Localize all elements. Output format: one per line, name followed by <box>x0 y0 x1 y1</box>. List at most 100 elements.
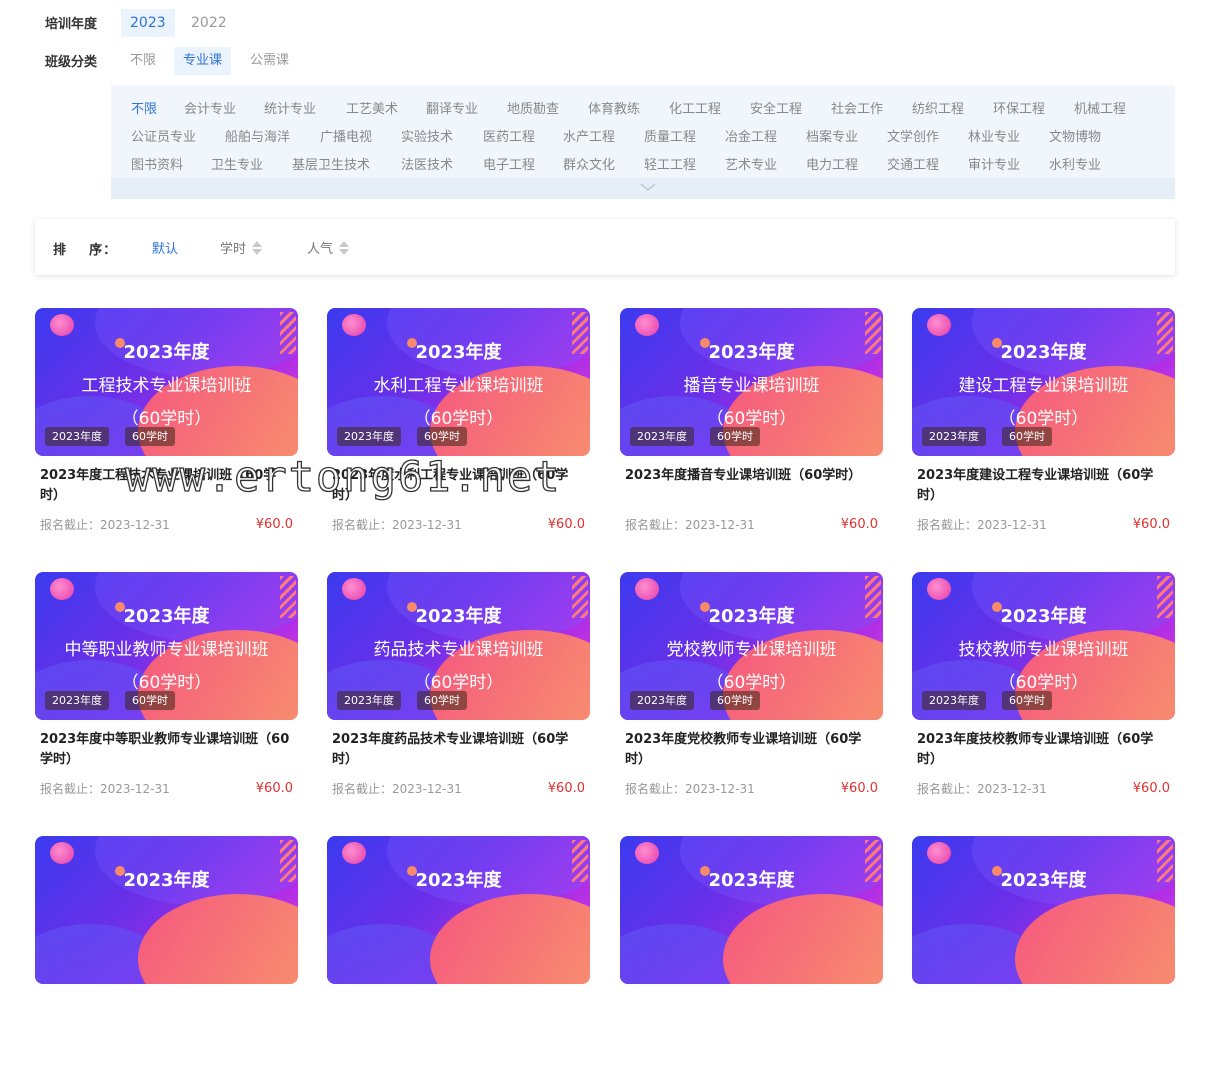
major-option[interactable]: 化工工程 <box>669 98 721 117</box>
major-option[interactable]: 会计专业 <box>184 98 236 117</box>
course-title[interactable]: 2023年度建设工程专业课培训班（60学时） <box>917 466 1167 506</box>
banner-year: 2023年度 <box>1000 606 1087 627</box>
major-option[interactable]: 机械工程 <box>1074 98 1126 117</box>
major-option[interactable]: 翻译专业 <box>426 98 478 117</box>
major-option[interactable]: 船舶与海洋 <box>225 126 290 145</box>
tag-year: 2023年度 <box>337 691 401 710</box>
course-thumbnail[interactable]: 2023年度 水利工程专业课培训班 （60学时） 2023年度 60学时 <box>327 308 590 456</box>
course-title[interactable]: 2023年度中等职业教师专业课培训班（60学时） <box>40 730 290 770</box>
course-card[interactable]: 2023年度 工程技术专业课培训班 （60学时） 2023年度 60学时 2023年度工程… <box>35 308 298 548</box>
decor-shape <box>1015 894 1175 984</box>
major-option[interactable]: 群众文化 <box>563 154 615 173</box>
decor-dot <box>927 578 951 600</box>
major-option[interactable]: 安全工程 <box>750 98 802 117</box>
course-card[interactable]: 2023年度 水利工程专业课培训班 （60学时） 2023年度 60学时 2023年度水利… <box>327 308 590 548</box>
course-thumbnail[interactable]: 2023年度 工程技术专业课培训班 （60学时） 2023年度 60学时 <box>35 308 298 456</box>
sort-popularity[interactable]: 人气 <box>307 238 350 257</box>
banner-name: 水利工程专业课培训班 <box>373 376 544 396</box>
banner-year: 2023年度 <box>123 342 210 363</box>
banner-year: 2023年度 <box>123 606 210 627</box>
major-option[interactable]: 电子工程 <box>483 154 535 173</box>
major-option[interactable]: 水产工程 <box>563 126 615 145</box>
sort-default[interactable]: 默认 <box>152 238 178 257</box>
course-title[interactable]: 2023年度党校教师专业课培训班（60学时） <box>625 730 875 770</box>
major-option[interactable]: 广播电视 <box>320 126 372 145</box>
course-thumbnail[interactable]: 2023年度 <box>620 836 883 984</box>
course-thumbnail[interactable]: 2023年度 中等职业教师专业课培训班 （60学时） 2023年度 60学时 <box>35 572 298 720</box>
year-option-2022[interactable]: 2022 <box>182 9 236 37</box>
banner-year: 2023年度 <box>123 870 210 891</box>
major-option[interactable]: 水利专业 <box>1049 154 1101 173</box>
major-option[interactable]: 法医技术 <box>401 154 453 173</box>
course-card[interactable]: 2023年度 <box>327 836 590 1076</box>
major-option[interactable]: 环保工程 <box>993 98 1045 117</box>
course-thumbnail[interactable]: 2023年度 党校教师专业课培训班 （60学时） 2023年度 60学时 <box>620 572 883 720</box>
course-card[interactable]: 2023年度 党校教师专业课培训班 （60学时） 2023年度 60学时 2023年度党校… <box>620 572 883 812</box>
class-option-public[interactable]: 公需课 <box>241 47 298 75</box>
course-deadline: 报名截止：2023-12-31 <box>40 518 170 532</box>
decor-dot <box>342 314 366 336</box>
major-option[interactable]: 林业专业 <box>968 126 1020 145</box>
decor-dot <box>635 578 659 600</box>
tag-hours: 60学时 <box>417 427 467 446</box>
major-option[interactable]: 纺织工程 <box>912 98 964 117</box>
major-option[interactable]: 工艺美术 <box>346 98 398 117</box>
major-option[interactable]: 卫生专业 <box>211 154 263 173</box>
major-option[interactable]: 体育教练 <box>588 98 640 117</box>
course-thumbnail[interactable]: 2023年度 播音专业课培训班 （60学时） 2023年度 60学时 <box>620 308 883 456</box>
major-option[interactable]: 审计专业 <box>968 154 1020 173</box>
course-card[interactable]: 2023年度 播音专业课培训班 （60学时） 2023年度 60学时 2023年度播音专业… <box>620 308 883 548</box>
major-option[interactable]: 电力工程 <box>806 154 858 173</box>
major-option[interactable]: 实验技术 <box>401 126 453 145</box>
course-card[interactable]: 2023年度 建设工程专业课培训班 （60学时） 2023年度 60学时 2023年度建设… <box>912 308 1175 548</box>
major-option[interactable]: 档案专业 <box>806 126 858 145</box>
class-option-all[interactable]: 不限 <box>121 47 165 75</box>
course-thumbnail[interactable]: 2023年度 药品技术专业课培训班 （60学时） 2023年度 60学时 <box>327 572 590 720</box>
course-title[interactable]: 2023年度技校教师专业课培训班（60学时） <box>917 730 1167 770</box>
major-option[interactable]: 公证员专业 <box>131 126 196 145</box>
course-thumbnail[interactable]: 2023年度 <box>327 836 590 984</box>
banner-name: 播音专业课培训班 <box>683 376 820 396</box>
course-card[interactable]: 2023年度 技校教师专业课培训班 （60学时） 2023年度 60学时 2023年度技校… <box>912 572 1175 812</box>
banner-year: 2023年度 <box>708 606 795 627</box>
tag-year: 2023年度 <box>630 427 694 446</box>
course-thumbnail[interactable]: 2023年度 技校教师专业课培训班 （60学时） 2023年度 60学时 <box>912 572 1175 720</box>
course-card[interactable]: 2023年度 药品技术专业课培训班 （60学时） 2023年度 60学时 2023年度药品… <box>327 572 590 812</box>
course-card[interactable]: 2023年度 <box>35 836 298 1076</box>
course-title[interactable]: 2023年度药品技术专业课培训班（60学时） <box>332 730 582 770</box>
major-option[interactable]: 文学创作 <box>887 126 939 145</box>
major-option[interactable]: 图书资料 <box>131 154 183 173</box>
decor-dot <box>50 314 74 336</box>
course-thumbnail[interactable]: 2023年度 <box>35 836 298 984</box>
year-filter-label: 培训年度 <box>45 17 98 32</box>
decor-dot <box>342 578 366 600</box>
major-option[interactable]: 轻工工程 <box>644 154 696 173</box>
major-option[interactable]: 统计专业 <box>264 98 316 117</box>
year-option-2023[interactable]: 2023 <box>121 9 175 37</box>
decor-shape <box>430 894 590 984</box>
course-thumbnail[interactable]: 2023年度 建设工程专业课培训班 （60学时） 2023年度 60学时 <box>912 308 1175 456</box>
tag-year: 2023年度 <box>337 427 401 446</box>
sort-hours[interactable]: 学时 <box>220 238 263 257</box>
major-option[interactable]: 艺术专业 <box>725 154 777 173</box>
banner-hours: （60学时） <box>413 409 504 429</box>
major-option[interactable]: 基层卫生技术 <box>292 154 370 173</box>
course-card[interactable]: 2023年度 中等职业教师专业课培训班 （60学时） 2023年度 60学时 2023年度… <box>35 572 298 812</box>
sort-default-label: 默认 <box>152 242 179 257</box>
major-option[interactable]: 冶金工程 <box>725 126 777 145</box>
major-option[interactable]: 文物博物 <box>1049 126 1101 145</box>
course-title[interactable]: 2023年度播音专业课培训班（60学时） <box>625 466 875 486</box>
banner-name: 工程技术专业课培训班 <box>81 376 252 396</box>
course-card[interactable]: 2023年度 <box>912 836 1175 1076</box>
major-option[interactable]: 交通工程 <box>887 154 939 173</box>
major-option[interactable]: 医药工程 <box>483 126 535 145</box>
course-thumbnail[interactable]: 2023年度 <box>912 836 1175 984</box>
major-option[interactable]: 地质勘查 <box>507 98 559 117</box>
major-option[interactable]: 不限 <box>131 98 157 117</box>
major-option[interactable]: 质量工程 <box>644 126 696 145</box>
major-option[interactable]: 社会工作 <box>831 98 883 117</box>
course-card[interactable]: 2023年度 <box>620 836 883 1076</box>
sort-label: 排 序： <box>53 243 118 258</box>
chevron-down-icon[interactable] <box>638 179 658 195</box>
class-option-professional[interactable]: 专业课 <box>174 47 232 75</box>
